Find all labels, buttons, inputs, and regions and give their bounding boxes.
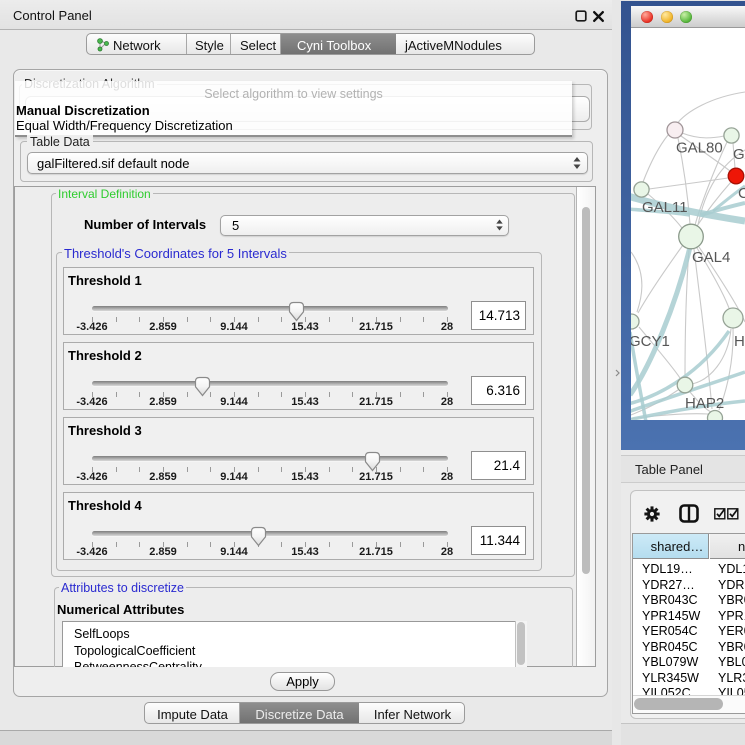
svg-text:GA: GA <box>733 146 745 163</box>
svg-text:H: H <box>734 333 745 350</box>
svg-text:GAL4: GAL4 <box>692 249 730 266</box>
svg-text:GCY1: GCY1 <box>631 333 670 350</box>
svg-text:GAL11: GAL11 <box>642 199 688 216</box>
svg-text:HAP2: HAP2 <box>685 395 724 412</box>
svg-text:C: C <box>738 185 745 202</box>
svg-text:GAL80: GAL80 <box>676 140 723 157</box>
